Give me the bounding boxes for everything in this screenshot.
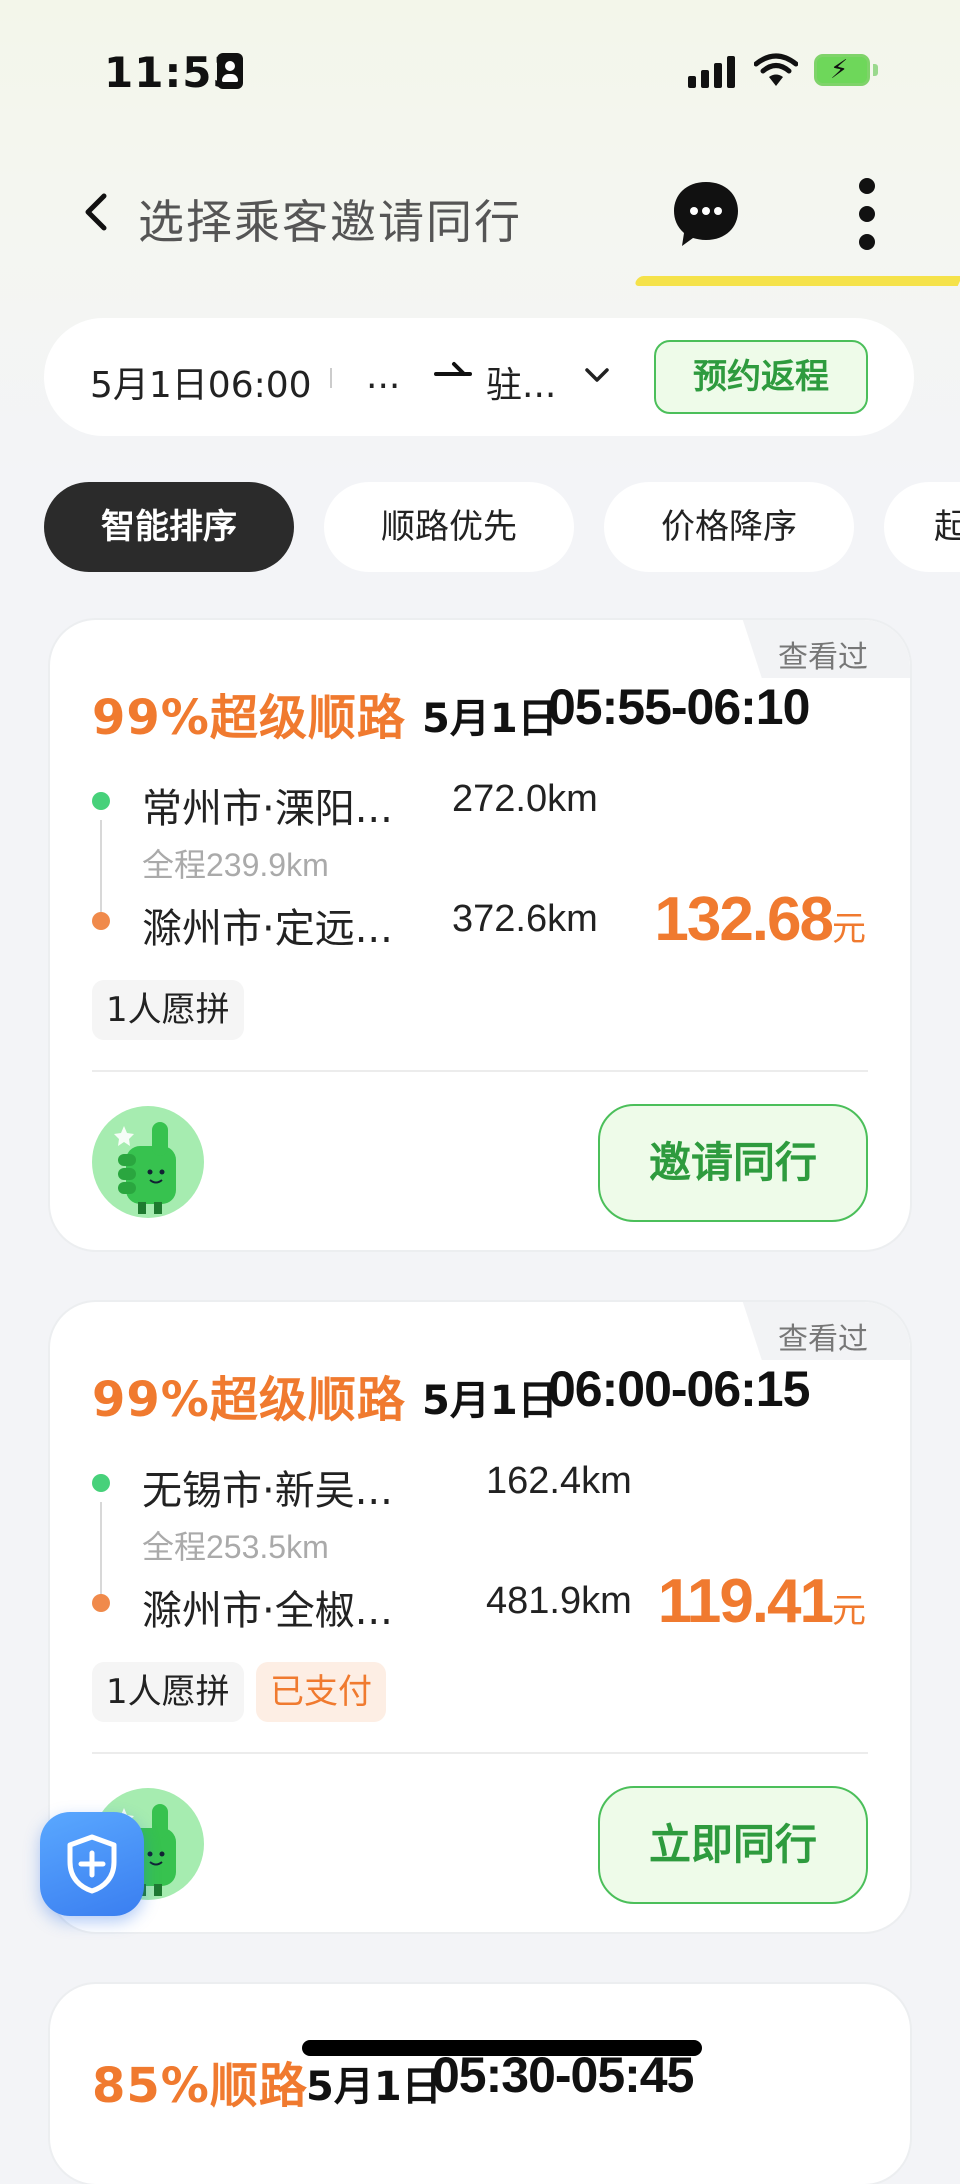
trip-date: 5月1日	[422, 696, 558, 742]
status-bar: 11:53 ⚡	[0, 0, 960, 140]
book-return-button[interactable]: 预约返程	[654, 340, 868, 414]
id-card-icon	[217, 53, 243, 89]
start-dot	[92, 792, 110, 810]
page-title: 选择乘客邀请同行	[138, 195, 522, 249]
tab-price-desc[interactable]: 价格降序	[604, 482, 854, 572]
filter-separator	[330, 368, 332, 388]
order-card[interactable]: 查看过 99%超级顺路 5月1日 05:55-06:10 常州市·溧阳... 2…	[50, 620, 910, 1250]
avatar[interactable]	[92, 1106, 204, 1218]
order-card[interactable]: 查看过 99%超级顺路 5月1日 06:00-06:15 无锡市·新吴... 1…	[50, 1302, 910, 1932]
end-dot	[92, 912, 110, 930]
end-distance: 481.9km	[486, 1580, 632, 1622]
trip-destination[interactable]: 驻...	[486, 356, 556, 408]
trip-date-time[interactable]: 5月1日06:00	[90, 356, 312, 408]
price: 132.68元	[654, 884, 866, 955]
price-value: 132.68	[654, 885, 834, 954]
navigation-bar: 选择乘客邀请同行	[0, 150, 960, 286]
card-divider	[92, 1070, 868, 1072]
join-now-button[interactable]: 立即同行	[598, 1786, 868, 1904]
viewed-label: 查看过	[778, 640, 868, 675]
safety-center-button[interactable]	[40, 1812, 144, 1916]
trip-filter-bar: 5月1日06:00 ... 驻... 预约返程	[44, 318, 914, 436]
end-dot	[92, 1594, 110, 1612]
trip-time: 05:30-05:45	[432, 2047, 694, 2103]
back-arrow-icon[interactable]	[80, 192, 110, 232]
shield-plus-icon	[67, 1834, 117, 1894]
end-place: 滁州市·定远...	[142, 906, 393, 952]
price-unit: 元	[832, 1592, 866, 1630]
start-distance: 162.4km	[486, 1460, 632, 1502]
viewed-label: 查看过	[778, 1322, 868, 1357]
price-value: 119.41	[657, 1567, 834, 1636]
trip-time: 05:55-06:10	[548, 679, 810, 735]
sort-tabs: 智能排序 顺路优先 价格降序 起	[44, 482, 960, 574]
card-divider	[92, 1752, 868, 1754]
nav-accent-bar	[633, 276, 960, 286]
price-unit: 元	[832, 910, 866, 948]
signal-icon	[688, 56, 738, 88]
tab-route-first[interactable]: 顺路优先	[324, 482, 574, 572]
total-distance: 全程239.9km	[142, 847, 329, 883]
more-vertical-icon[interactable]	[852, 176, 882, 252]
chevron-down-icon[interactable]	[584, 364, 610, 386]
trip-date: 5月1日	[306, 2064, 442, 2110]
start-place: 常州市·溧阳...	[142, 786, 393, 832]
match-rate: 99%超级顺路	[92, 690, 406, 746]
invite-button[interactable]: 邀请同行	[598, 1104, 868, 1222]
carpool-tag: 1人愿拼	[92, 980, 244, 1040]
end-distance: 372.6km	[452, 898, 598, 940]
end-place: 滁州市·全椒...	[142, 1588, 393, 1634]
match-rate: 85%顺路	[92, 2058, 308, 2114]
route-line	[100, 1502, 102, 1600]
route-arrow-icon	[434, 362, 472, 376]
trip-date: 5月1日	[422, 1378, 558, 1424]
start-place: 无锡市·新吴...	[142, 1468, 393, 1514]
order-card[interactable]: 85%顺路 5月1日 05:30-05:45	[50, 1984, 910, 2184]
paid-tag: 已支付	[256, 1662, 386, 1722]
total-distance: 全程253.5km	[142, 1529, 329, 1565]
thumbs-up-mascot-icon	[114, 1122, 176, 1214]
wifi-icon	[754, 53, 798, 86]
start-dot	[92, 1474, 110, 1492]
trip-time: 06:00-06:15	[548, 1361, 810, 1417]
match-rate: 99%超级顺路	[92, 1372, 406, 1428]
battery-icon: ⚡	[814, 54, 880, 86]
tab-smart-sort[interactable]: 智能排序	[44, 482, 294, 572]
chat-bubble-icon[interactable]	[670, 178, 742, 250]
price: 119.41元	[658, 1566, 866, 1637]
carpool-tag: 1人愿拼	[92, 1662, 244, 1722]
tab-more-sort[interactable]: 起	[884, 482, 960, 572]
route-line	[100, 820, 102, 918]
start-distance: 272.0km	[452, 778, 598, 820]
trip-origin[interactable]: ...	[366, 356, 400, 397]
